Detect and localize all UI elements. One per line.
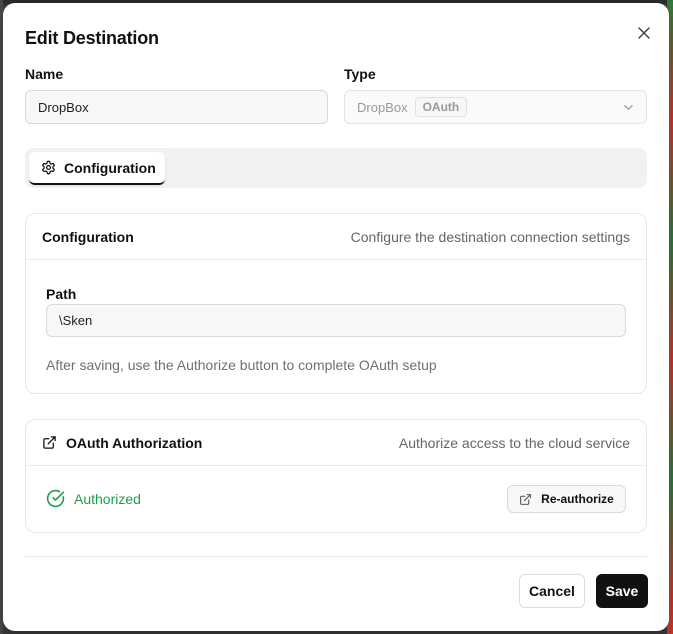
footer-divider <box>25 556 647 557</box>
configuration-card-header: Configuration Configure the destination … <box>26 214 646 260</box>
type-label: Type <box>344 66 376 82</box>
oauth-card-description: Authorize access to the cloud service <box>398 434 630 451</box>
external-link-icon <box>520 493 532 505</box>
configuration-card: Configuration Configure the destination … <box>25 213 647 394</box>
tabs-bar: Configuration <box>25 148 647 188</box>
oauth-card-title: OAuth Authorization <box>66 434 203 451</box>
oauth-card: OAuth Authorization Authorize access to … <box>25 419 647 533</box>
configuration-card-title: Configuration <box>42 228 134 245</box>
path-label: Path <box>46 286 77 302</box>
chevron-down-icon <box>624 105 633 110</box>
external-link-icon <box>43 436 56 449</box>
type-select[interactable]: DropBox OAuth <box>344 90 647 124</box>
gear-icon <box>42 160 55 175</box>
dialog-title: Edit Destination <box>25 28 159 48</box>
close-icon <box>638 27 650 39</box>
path-input-wrapper <box>46 304 626 337</box>
reauthorize-button-label: Re-authorize <box>541 492 614 506</box>
cancel-button[interactable]: Cancel <box>519 574 585 608</box>
oauth-card-title-group: OAuth Authorization <box>42 435 202 451</box>
oauth-help-text: After saving, use the Authorize button t… <box>46 357 437 373</box>
authorization-status: Authorized <box>46 489 141 508</box>
name-input[interactable] <box>38 99 315 115</box>
check-circle-icon <box>46 489 65 508</box>
name-label: Name <box>25 66 64 82</box>
tab-configuration[interactable]: Configuration <box>29 152 165 185</box>
edit-destination-dialog: Edit Destination Name Type DropBox OAuth… <box>3 3 669 631</box>
path-input[interactable] <box>59 313 613 328</box>
reauthorize-button[interactable]: Re-authorize <box>507 485 626 513</box>
save-button[interactable]: Save <box>596 574 648 608</box>
oauth-card-header: OAuth Authorization Authorize access to … <box>26 420 646 466</box>
configuration-card-description: Configure the destination connection set… <box>350 228 630 245</box>
close-button[interactable] <box>635 24 653 42</box>
name-input-wrapper <box>25 90 328 124</box>
oauth-badge: OAuth <box>414 97 468 117</box>
type-select-value: DropBox <box>357 99 408 115</box>
authorization-status-label: Authorized <box>74 490 141 507</box>
tab-configuration-label: Configuration <box>64 159 156 176</box>
